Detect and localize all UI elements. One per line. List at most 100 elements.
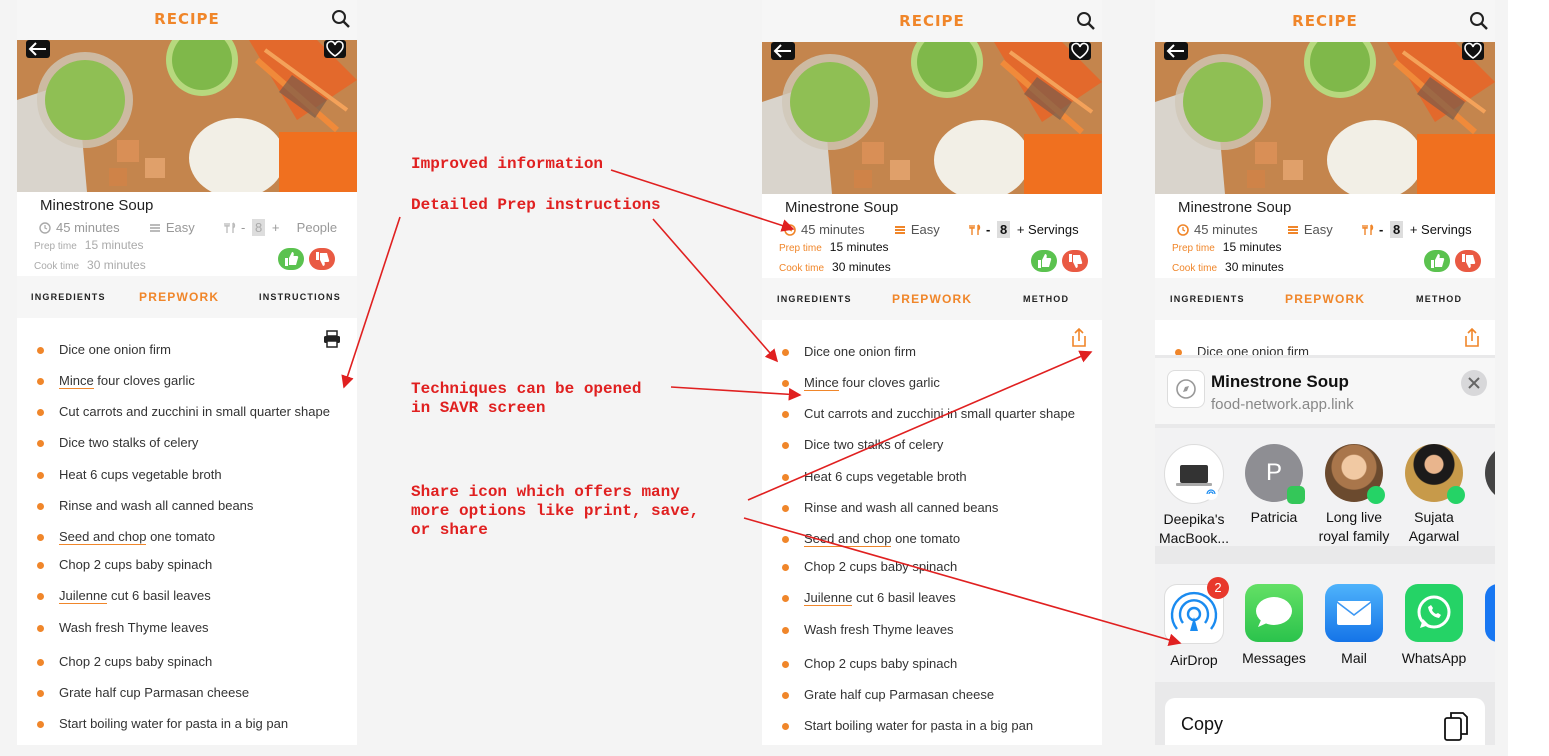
bullet-icon: [782, 595, 789, 602]
technique-link[interactable]: Juilenne: [59, 588, 108, 604]
cook-time-value: 30 minutes: [832, 260, 891, 274]
servings-minus[interactable]: -: [1379, 222, 1383, 237]
app-header: RECIPE: [1155, 0, 1495, 40]
step-text: Wash fresh Thyme leaves: [804, 622, 954, 637]
step-label: cut 6 basil leaves: [107, 588, 211, 603]
prep-time-label: Prep time: [34, 241, 77, 252]
step-label: Dice two stalks of celery: [59, 435, 199, 450]
step-text: Juilenne cut 6 basil leaves: [804, 590, 956, 606]
step-text: Grate half cup Parmasan cheese: [804, 687, 994, 702]
whatsapp-button[interactable]: WhatsApp: [1394, 584, 1474, 666]
app-title: RECIPE: [1292, 12, 1358, 30]
facebook-button[interactable]: Fa: [1474, 584, 1495, 666]
back-arrow-icon[interactable]: [26, 40, 50, 58]
prep-time-value: 15 minutes: [1222, 240, 1282, 254]
step-label: Heat 6 cups vegetable broth: [59, 467, 222, 482]
copy-icon: [1444, 712, 1468, 741]
thumbs-up-button[interactable]: [1424, 250, 1450, 272]
search-icon[interactable]: [1076, 11, 1096, 31]
heart-icon[interactable]: [1069, 42, 1091, 60]
mail-button[interactable]: Mail: [1314, 584, 1394, 666]
technique-link[interactable]: Mince: [59, 373, 94, 389]
technique-link[interactable]: Seed and chop: [804, 531, 892, 547]
contact-partial[interactable]: R: [1474, 444, 1495, 527]
servings-value[interactable]: 8: [251, 219, 266, 237]
tab-method[interactable]: METHOD: [1023, 294, 1069, 304]
share-apps-row: 2 AirDrop Messages Mail WhatsApp Fa: [1155, 564, 1495, 682]
contact-sujata[interactable]: Sujata Agarwal: [1394, 444, 1474, 546]
servings-plus[interactable]: +: [272, 220, 280, 235]
prep-time-value: 15 minutes: [829, 240, 889, 254]
tab-prepwork[interactable]: PREPWORK: [892, 292, 972, 306]
step-label: Start boiling water for pasta in a big p…: [804, 718, 1034, 733]
tab-ingredients[interactable]: INGREDIENTS: [777, 294, 852, 304]
technique-link[interactable]: Mince: [804, 375, 839, 391]
annotation-share-icon: Share icon which offers many more option…: [411, 483, 700, 539]
tab-instructions[interactable]: INSTRUCTIONS: [259, 292, 341, 302]
thumbs-up-button[interactable]: [1031, 250, 1057, 272]
technique-link[interactable]: Seed and chop: [59, 529, 147, 545]
servings-value[interactable]: 8: [996, 221, 1011, 239]
bullet-icon: [37, 534, 44, 541]
bullet-icon: [782, 380, 789, 387]
print-icon[interactable]: [323, 330, 341, 348]
food-photo: [1155, 42, 1495, 194]
thumbs-up-button[interactable]: [278, 248, 304, 270]
servings-minus[interactable]: -: [241, 220, 245, 235]
share-link: food-network.app.link: [1211, 396, 1354, 413]
contact-airdrop-device[interactable]: Deepika's MacBook...: [1155, 444, 1234, 548]
share-title: Minestrone Soup: [1211, 372, 1349, 391]
cutlery-icon: [1362, 223, 1374, 235]
cook-time-row: Cook time 30 minutes: [779, 260, 891, 274]
heart-icon[interactable]: [1462, 42, 1484, 60]
difficulty-level: Easy: [165, 220, 195, 236]
laptop-icon: [1164, 444, 1224, 504]
app-title: RECIPE: [899, 12, 965, 30]
contact-patricia[interactable]: P Patricia: [1234, 444, 1314, 527]
annotation-techniques: Techniques can be opened in SAVR screen: [411, 380, 642, 417]
bullet-icon: [37, 690, 44, 697]
back-arrow-icon[interactable]: [1164, 42, 1188, 60]
thumbs-down-button[interactable]: [309, 248, 335, 270]
step-text: Mince four cloves garlic: [804, 375, 940, 391]
prep-time-row: Prep time 15 minutes: [34, 238, 144, 252]
difficulty-icon: [1287, 225, 1298, 234]
step-text: Start boiling water for pasta in a big p…: [59, 716, 288, 731]
thumbs-down-button[interactable]: [1455, 250, 1481, 272]
search-icon[interactable]: [331, 9, 351, 29]
share-icon[interactable]: [1070, 328, 1088, 348]
messages-button[interactable]: Messages: [1234, 584, 1314, 666]
tab-method[interactable]: METHOD: [1416, 294, 1462, 304]
bullet-icon: [782, 536, 789, 543]
copy-button[interactable]: Copy: [1165, 698, 1485, 745]
step-label: one tomato: [146, 529, 216, 544]
step-label: Dice two stalks of celery: [804, 437, 944, 452]
app-header: RECIPE: [762, 0, 1102, 40]
tab-ingredients[interactable]: INGREDIENTS: [1170, 294, 1245, 304]
servings-value[interactable]: 8: [1389, 221, 1404, 239]
technique-link[interactable]: Juilenne: [804, 590, 853, 606]
thumbs-down-button[interactable]: [1062, 250, 1088, 272]
bullet-icon: [37, 503, 44, 510]
recipe-hero-image: [1155, 42, 1495, 194]
recipe-meta-row: 45 minutes Easy - 8 + Servings: [1177, 221, 1472, 239]
servings-minus[interactable]: -: [986, 222, 990, 237]
difficulty-level: Easy: [1303, 222, 1333, 238]
tab-prepwork[interactable]: PREPWORK: [1285, 292, 1365, 306]
cook-duration: 45 minutes: [1194, 222, 1258, 238]
step-label: four cloves garlic: [838, 375, 940, 390]
avatar: P: [1245, 444, 1305, 504]
back-arrow-icon[interactable]: [771, 42, 795, 60]
step-text: Chop 2 cups baby spinach: [804, 559, 957, 574]
search-icon[interactable]: [1469, 11, 1489, 31]
bullet-icon: [782, 474, 789, 481]
airdrop-button[interactable]: 2 AirDrop: [1155, 577, 1234, 668]
share-icon[interactable]: [1463, 328, 1481, 348]
tab-prepwork[interactable]: PREPWORK: [139, 290, 219, 304]
heart-icon[interactable]: [324, 40, 346, 58]
tab-ingredients[interactable]: INGREDIENTS: [31, 292, 106, 302]
close-button[interactable]: [1461, 370, 1487, 396]
mail-icon: [1325, 584, 1383, 642]
contact-group[interactable]: Long live royal family: [1314, 444, 1394, 546]
step-text: Grate half cup Parmasan cheese: [59, 685, 249, 700]
